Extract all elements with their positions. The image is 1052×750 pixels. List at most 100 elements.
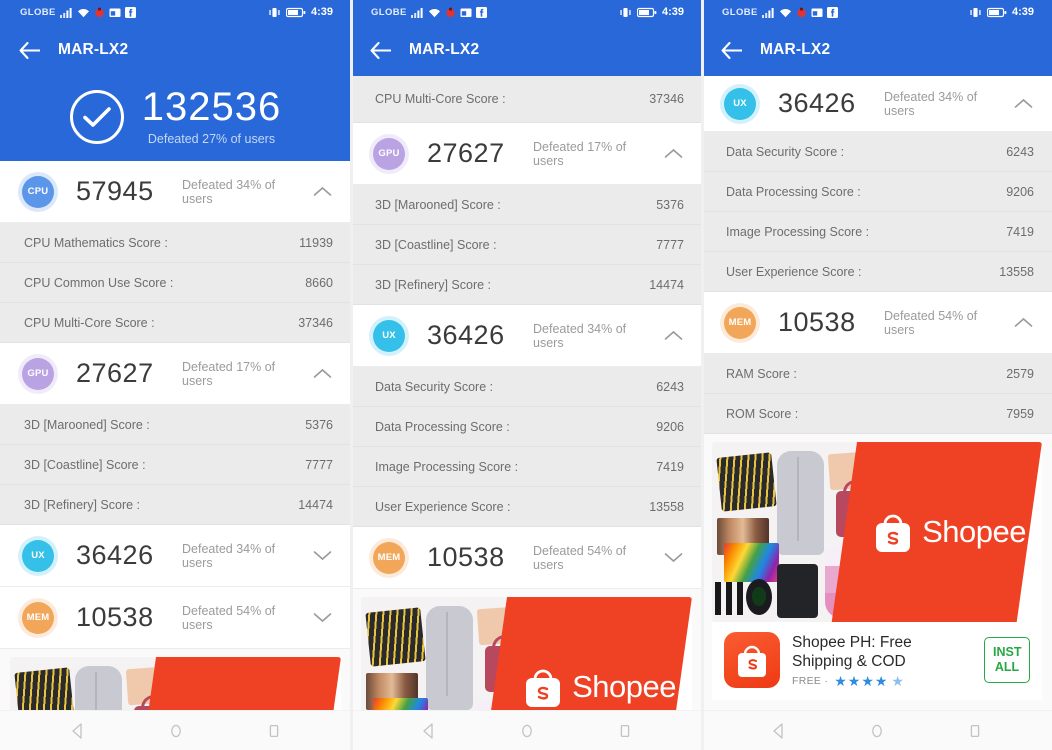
section-header-ux[interactable]: UX 36426 Defeated 34% of users <box>351 305 702 367</box>
status-bar-right-1: 4:39 <box>268 6 333 18</box>
clock-label: 4:39 <box>1011 6 1034 18</box>
section-header-gpu[interactable]: GPU 27627 Defeated 17% of users <box>351 123 702 185</box>
mem-score-value: 10538 <box>778 307 856 337</box>
row-value: 7777 <box>656 237 684 252</box>
chevron-up-icon-gpu[interactable] <box>660 141 686 167</box>
app-bar-1: MAR-LX2 <box>0 24 351 76</box>
rating-stars: ★★★★ <box>834 672 889 689</box>
table-row: Data Processing Score : 9206 <box>702 172 1052 212</box>
hoodie-image <box>426 606 473 710</box>
install-button[interactable]: INST ALL <box>984 637 1030 683</box>
phone-screen-3: GLOBE 4:39 MAR-LX2 UX 36426 Defeated 34%… <box>702 0 1052 750</box>
table-row: CPU Multi-Core Score : 37346 <box>0 303 351 343</box>
status-bar-left-3: GLOBE <box>722 6 838 18</box>
table-row: CPU Mathematics Score : 11939 <box>0 223 351 263</box>
watch-image <box>746 578 773 615</box>
shopee-app-icon <box>724 632 780 688</box>
score-list-1[interactable]: CPU 57945 Defeated 34% of users CPU Math… <box>0 161 351 710</box>
row-value: 13558 <box>999 264 1034 279</box>
shopee-banner-image[interactable]: Shopee <box>10 657 341 710</box>
app-bar-3: MAR-LX2 <box>702 24 1052 76</box>
ux-score-value: 36426 <box>76 540 154 570</box>
nav-back-icon[interactable] <box>66 719 90 743</box>
table-row: User Experience Score : 13558 <box>702 252 1052 292</box>
row-value: 14474 <box>298 497 333 512</box>
nav-home-icon[interactable] <box>164 719 188 743</box>
clock-label: 4:39 <box>310 6 333 18</box>
shopee-wordmark: Shopee <box>572 669 676 704</box>
row-value: 5376 <box>656 197 684 212</box>
ux-badge-icon: UX <box>724 87 756 120</box>
section-header-ux[interactable]: UX 36426 Defeated 34% of users <box>0 525 351 587</box>
ad-text-block: Shopee PH: Free Shipping & COD FREE · ★★… <box>792 633 972 688</box>
section-header-gpu[interactable]: GPU 27627 Defeated 17% of users <box>0 343 351 405</box>
chevron-up-icon-ux[interactable] <box>1010 91 1036 117</box>
table-row: 3D [Refinery] Score : 14474 <box>0 485 351 525</box>
screenshot-triptych: GLOBE 4:39 MAR-LX2 132536 Defeated 27% o… <box>0 0 1052 750</box>
back-arrow-icon[interactable] <box>14 35 44 65</box>
screenshot-icon <box>460 7 472 18</box>
facebook-icon <box>475 6 487 18</box>
row-value: 11939 <box>299 235 333 250</box>
section-header-cpu[interactable]: CPU 57945 Defeated 34% of users <box>0 161 351 223</box>
gpu-score-value: 27627 <box>427 138 505 168</box>
makeup-brushes-image <box>716 451 777 512</box>
total-score-subtitle: Defeated 27% of users <box>147 132 276 146</box>
back-arrow-icon[interactable] <box>365 35 395 65</box>
ad-footer[interactable]: Shopee PH: Free Shipping & COD FREE · ★★… <box>712 622 1042 700</box>
table-row: Data Security Score : 6243 <box>702 132 1052 172</box>
nav-home-icon[interactable] <box>865 719 889 743</box>
table-row: 3D [Marooned] Score : 5376 <box>0 405 351 445</box>
gpu-score-subtitle: Defeated 17% of users <box>533 139 627 168</box>
back-arrow-icon[interactable] <box>716 35 746 65</box>
clock-label: 4:39 <box>661 6 684 18</box>
status-bar-right-3: 4:39 <box>969 6 1034 18</box>
nav-recents-icon[interactable] <box>262 719 286 743</box>
mem-score-subtitle: Defeated 54% of users <box>884 308 978 337</box>
section-header-mem[interactable]: MEM 10538 Defeated 54% of users <box>0 587 351 649</box>
gpu-score-subtitle: Defeated 17% of users <box>182 359 276 388</box>
chevron-up-icon-gpu[interactable] <box>309 361 335 387</box>
advertisement-2[interactable]: Shopee <box>351 589 702 710</box>
row-value: 7419 <box>1006 224 1034 239</box>
nav-recents-icon[interactable] <box>963 719 987 743</box>
row-label: 3D [Marooned] Score : <box>24 417 150 432</box>
score-list-2[interactable]: CPU Multi-Core Score : 37346 GPU 27627 D… <box>351 76 702 710</box>
section-header-ux[interactable]: UX 36426 Defeated 34% of users <box>702 76 1052 132</box>
nav-home-icon[interactable] <box>515 719 539 743</box>
earphones-image <box>715 582 743 615</box>
row-value: 14474 <box>649 277 684 292</box>
ux-score-subtitle: Defeated 34% of users <box>533 321 627 350</box>
section-header-mem[interactable]: MEM 10538 Defeated 54% of users <box>702 292 1052 354</box>
chevron-down-icon-mem[interactable] <box>309 605 335 631</box>
table-row: 3D [Coastline] Score : 7777 <box>0 445 351 485</box>
battery-icon <box>636 7 657 18</box>
chevron-up-icon-ux[interactable] <box>660 323 686 349</box>
shopee-banner-image[interactable]: Shopee <box>361 597 692 710</box>
facebook-icon <box>124 6 136 18</box>
battery-icon <box>285 7 306 18</box>
total-score-value: 132536 <box>141 85 282 129</box>
alert-icon <box>94 7 105 18</box>
mem-badge-icon: MEM <box>724 306 756 339</box>
chevron-up-icon-mem[interactable] <box>1010 310 1036 336</box>
chevron-up-icon-cpu[interactable] <box>309 179 335 205</box>
advertisement-3[interactable]: Shopee Shopee PH: Free Shipping & COD FR… <box>702 434 1052 700</box>
row-value: 8660 <box>305 275 333 290</box>
nav-back-icon[interactable] <box>417 719 441 743</box>
nav-back-icon[interactable] <box>767 719 791 743</box>
nav-recents-icon[interactable] <box>613 719 637 743</box>
chevron-down-icon-mem[interactable] <box>660 545 686 571</box>
advertisement-1[interactable]: Shopee <box>0 649 351 710</box>
row-label: Data Processing Score : <box>726 184 861 199</box>
mem-score-subtitle: Defeated 54% of users <box>533 543 627 572</box>
ux-score-value: 36426 <box>427 320 505 350</box>
status-bar-left-1: GLOBE <box>20 6 136 18</box>
shopee-banner-image[interactable]: Shopee <box>712 442 1042 622</box>
chevron-down-icon-ux[interactable] <box>309 543 335 569</box>
row-label: Image Processing Score : <box>375 459 519 474</box>
score-list-3[interactable]: UX 36426 Defeated 34% of users Data Secu… <box>702 76 1052 710</box>
row-value: 6243 <box>656 379 684 394</box>
row-value: 7419 <box>656 459 684 474</box>
section-header-mem[interactable]: MEM 10538 Defeated 54% of users <box>351 527 702 589</box>
